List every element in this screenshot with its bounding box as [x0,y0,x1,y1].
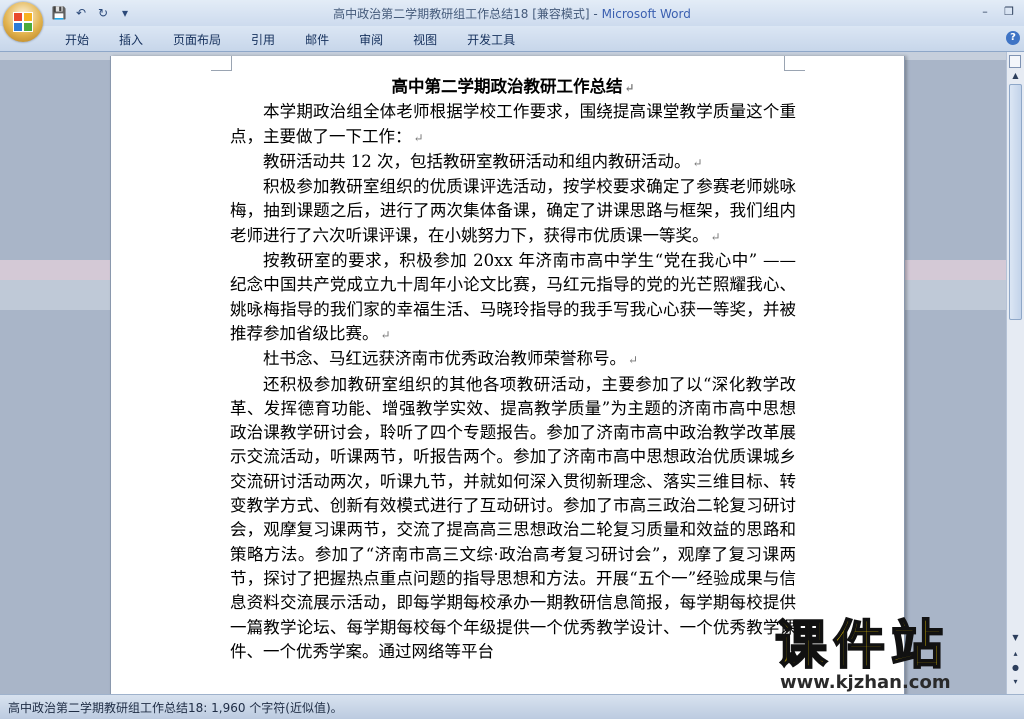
document-page[interactable]: 高中第二学期政治教研工作总结 ↵ 本学期政治组全体老师根据学校工作要求，围绕提高课… [110,56,905,694]
document-workspace: 高中第二学期政治教研工作总结 ↵ 本学期政治组全体老师根据学校工作要求，围绕提高课… [0,52,1007,694]
minimize-button[interactable]: – [974,2,996,20]
paragraph-mark: ↵ [710,229,721,244]
restore-button[interactable]: ❐ [998,2,1020,20]
view-ruler-button[interactable] [1009,55,1021,68]
paragraph-mark: ↵ [624,81,635,95]
tab-page-layout[interactable]: 页面布局 [158,31,236,47]
paragraph: 本学期政治组全体老师根据学校工作要求，围绕提高课堂教学质量这个重点，主要做了一下… [230,100,796,150]
tab-home[interactable]: 开始 [50,31,104,47]
paragraph: 教研活动共 12 次，包括教研室教研活动和组内教研活动。 ↵ [230,150,796,175]
document-name: 高中政治第二学期教研组工作总结18 [兼容模式] [333,7,590,21]
paragraph-mark: ↵ [413,130,424,145]
title-bar: 💾 ↶ ↻ ▾ 高中政治第二学期教研组工作总结18 [兼容模式] - Micro… [0,0,1024,26]
office-logo-icon [13,12,33,32]
next-page-icon[interactable]: ▾ [1009,676,1022,688]
office-button[interactable] [3,2,43,42]
tab-view[interactable]: 视图 [398,31,452,47]
paragraph: 积极参加教研室组织的优质课评选活动，按学校要求确定了参赛老师姚咏梅，抽到课题之后… [230,175,796,249]
select-browse-object-icon[interactable]: ● [1009,662,1022,674]
paragraph: 还积极参加教研室组织的其他各项教研活动，主要参加了以“深化教学改革、发挥德育功能… [230,373,796,665]
ribbon-tabs: 开始 插入 页面布局 引用 邮件 审阅 视图 开发工具 [50,31,530,47]
paragraph-mark: ↵ [628,353,639,368]
status-bar: 高中政治第二学期教研组工作总结18: 1,960 个字符(近似值)。 [0,694,1024,719]
scroll-down-icon[interactable]: ▼ [1009,632,1022,644]
tab-mailings[interactable]: 邮件 [290,31,344,47]
paragraph-mark: ↵ [380,327,391,342]
vertical-scrollbar[interactable]: ▲ ▼ ▴ ● ▾ [1006,52,1024,694]
watermark-url: www.kjzhan.com [780,672,951,693]
help-icon[interactable]: ? [1006,31,1020,45]
paragraph-mark: ↵ [692,155,703,170]
margin-corner-mark [211,56,232,71]
tab-references[interactable]: 引用 [236,31,290,47]
tab-developer[interactable]: 开发工具 [452,31,530,47]
paragraph-text: 按教研室的要求，积极参加 20xx 年济南市高中学生“党在我心中” ——纪念中国… [230,251,796,343]
heading-text: 高中第二学期政治教研工作总结 [391,77,623,96]
title-separator: - [589,7,602,21]
paragraph-text: 杜书念、马红远获济南市优秀政治教师荣誉称号。 [263,349,626,369]
watermark-logo: 课件站 [774,616,950,676]
document-body[interactable]: 高中第二学期政治教研工作总结 ↵ 本学期政治组全体老师根据学校工作要求，围绕提高课… [230,75,796,664]
paragraph-text: 教研活动共 12 次，包括教研室教研活动和组内教研活动。 [263,151,691,171]
app-name: Microsoft Word [601,7,691,21]
margin-corner-mark [784,56,805,71]
document-heading: 高中第二学期政治教研工作总结 ↵ [230,75,796,100]
scrollbar-thumb[interactable] [1009,84,1022,320]
paragraph-text: 本学期政治组全体老师根据学校工作要求，围绕提高课堂教学质量这个重点，主要做了一下… [230,102,796,146]
ribbon: 开始 插入 页面布局 引用 邮件 审阅 视图 开发工具 ? [0,26,1024,52]
paragraph: 按教研室的要求，积极参加 20xx 年济南市高中学生“党在我心中” ——纪念中国… [230,249,796,347]
window-title: 高中政治第二学期教研组工作总结18 [兼容模式] - Microsoft Wor… [0,5,1024,22]
tab-review[interactable]: 审阅 [344,31,398,47]
scroll-up-icon[interactable]: ▲ [1009,70,1022,82]
paragraph-text: 还积极参加教研室组织的其他各项教研活动，主要参加了以“深化教学改革、发挥德育功能… [230,374,796,661]
paragraph: 杜书念、马红远获济南市优秀政治教师荣誉称号。 ↵ [230,347,796,372]
previous-page-icon[interactable]: ▴ [1009,648,1022,660]
watermark: 课件站 www.kjzhan.com [770,616,1010,693]
window-controls: – ❐ [974,2,1020,20]
tab-insert[interactable]: 插入 [104,31,158,47]
status-text: 高中政治第二学期教研组工作总结18: 1,960 个字符(近似值)。 [8,701,343,715]
